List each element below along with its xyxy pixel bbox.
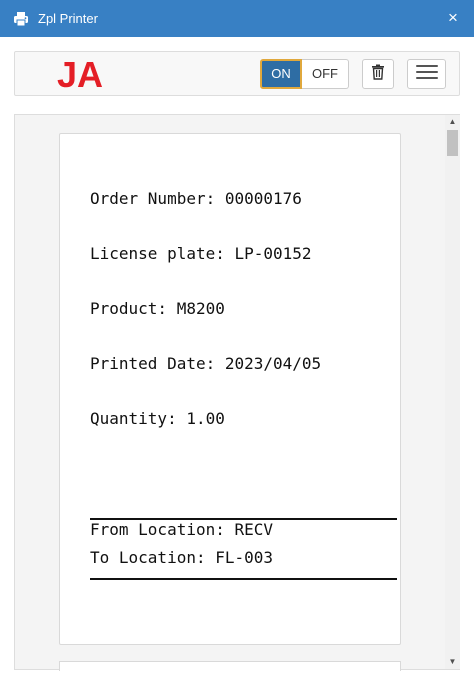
quantity-text: Quantity: 1.00 xyxy=(90,409,225,428)
to-location-text: To Location: FL-003 xyxy=(90,548,274,567)
vertical-scrollbar[interactable]: ▲ ▼ xyxy=(445,115,460,669)
license-plate-text: License plate: LP-00152 xyxy=(90,244,312,263)
hamburger-menu-icon xyxy=(415,64,438,85)
company-logo: JA xyxy=(57,54,104,95)
title-bar: Zpl Printer × xyxy=(0,0,474,37)
from-location-text: From Location: RECV xyxy=(90,520,274,539)
on-button[interactable]: ON xyxy=(260,59,302,89)
clear-button[interactable] xyxy=(362,59,394,89)
printer-icon xyxy=(13,11,29,27)
scroll-thumb[interactable] xyxy=(447,130,458,156)
trash-icon xyxy=(371,64,385,85)
product-text: Product: M8200 xyxy=(90,299,225,318)
order-number-text: Order Number: 00000176 xyxy=(90,189,302,208)
window-title: Zpl Printer xyxy=(38,11,98,26)
zpl-label: Order Number: 00000176 License plate: LP… xyxy=(59,133,401,645)
printed-date-text: Printed Date: 2023/04/05 xyxy=(90,354,322,373)
off-button[interactable]: OFF xyxy=(302,59,349,89)
divider-bottom xyxy=(90,578,397,580)
zpl-printer-window: Zpl Printer × JA ON OFF Order Number: 00… xyxy=(0,0,474,680)
scroll-up-arrow-icon[interactable]: ▲ xyxy=(445,115,460,129)
next-label-edge xyxy=(59,661,401,671)
scroll-down-arrow-icon[interactable]: ▼ xyxy=(445,655,460,669)
printer-power-toggle: ON OFF xyxy=(260,59,349,89)
toolbar: JA ON OFF xyxy=(14,51,460,96)
label-preview-area[interactable]: Order Number: 00000176 License plate: LP… xyxy=(14,114,460,671)
menu-button[interactable] xyxy=(407,59,446,89)
close-button[interactable]: × xyxy=(444,9,462,27)
